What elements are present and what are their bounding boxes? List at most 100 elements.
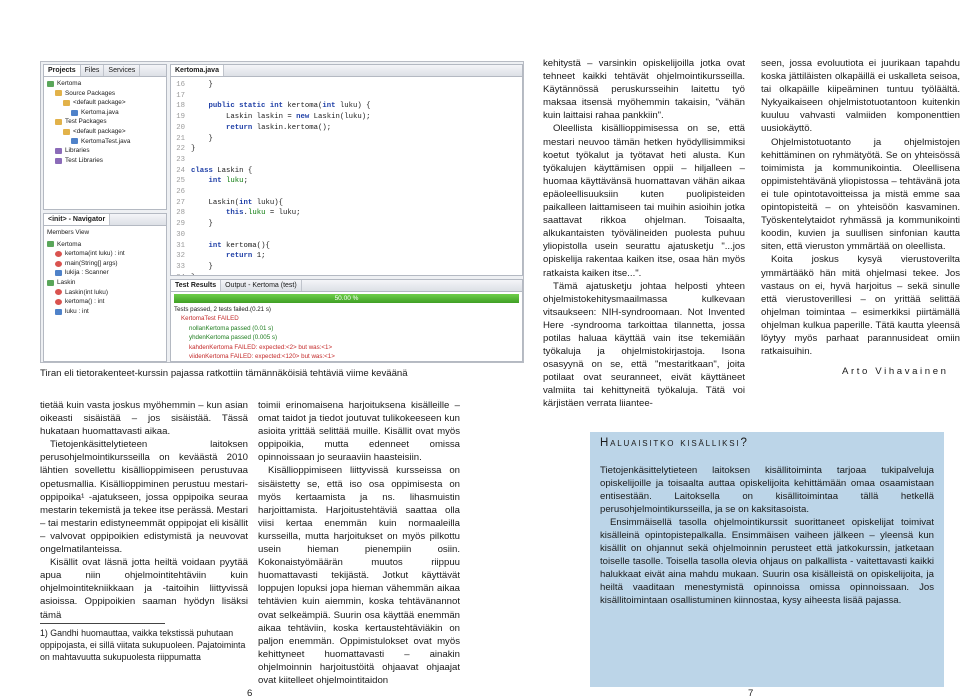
code-text: Laskin laskin = new Laskin(luku); [191,113,371,122]
code-text: int luku; [208,177,248,186]
line-number: 26 [176,188,185,197]
navigator-title: <init> - Navigator [44,214,111,225]
test-result-row[interactable]: nollanKertoma passed (0.01 s) [171,324,522,333]
code-text: Laskin(int luku){ [191,198,283,207]
field-icon [55,308,62,315]
code-text: public static int kertoma(int luku) { [208,102,371,111]
code-line: 25 int luku; [171,176,522,187]
tree-item[interactable]: Kertoma [47,79,163,89]
footnote: 1) Gandhi huomauttaa, vaikka tekstissä p… [40,628,246,662]
tree-item-label: kertoma(int luku) : int [65,250,125,258]
test-result-row[interactable]: viidenKertoma FAILED: expected:<120> but… [171,352,522,361]
editor-pane: Kertoma.java 16 } 17 18 public static int … [170,64,523,276]
java-file-icon [71,109,78,116]
code-line: 32 return 1; [171,251,522,262]
tree-item[interactable]: Test Packages [47,117,163,127]
code-line: 17 [171,91,522,102]
tree-item[interactable]: Laskin(int luku) [47,288,163,298]
paragraph: Kisällioppimiseen liittyvissä kursseissa… [258,465,460,686]
code-text: this.luku = luku; [226,209,301,218]
tree-item-label: main(String[] args) [65,259,118,267]
code-text: } [191,220,213,229]
tree-item-label: lukija : Scanner [65,269,109,277]
tab-services[interactable]: Services [104,65,141,76]
tab-output-kertoma-test-[interactable]: Output - Kertoma (test) [221,280,302,291]
left-column: tietää kuin vasta joskus myöhemmin – kun… [40,399,248,622]
code-text: return laskin.kertoma(); [226,123,332,132]
tree-item[interactable]: KertomaTest.java [47,137,163,147]
navigator-filter[interactable]: Members View [47,228,89,238]
navigator-filter-row: Members View [44,226,166,238]
project-tree: Kertoma Source Packages <default package> K… [44,77,166,167]
editor-tab[interactable]: Kertoma.java [171,65,224,76]
tree-item[interactable]: kertoma(int luku) : int [47,249,163,259]
code-line: 31 int kertoma(){ [171,241,522,252]
code-text: } [191,262,213,271]
tree-item-label: Source Packages [65,89,116,97]
tree-item[interactable]: Libraries [47,146,163,156]
box-body: Tietojenkäsittelytieteen laitoksen kisäl… [600,464,934,607]
line-number: 22 [176,145,185,154]
tree-item[interactable]: Test Libraries [47,156,163,166]
tree-item[interactable]: Source Packages [47,89,163,99]
tree-item[interactable]: Kertoma [47,240,163,250]
line-number: 33 [176,262,185,271]
code-line: 23 [171,155,522,166]
code-text: } [191,145,196,154]
code-text: int kertoma(){ [208,241,270,250]
code-line: 24 class Laskin { [171,166,522,177]
code-line: 20 return laskin.kertoma(); [171,123,522,134]
code-text: } [191,134,213,143]
tab-files[interactable]: Files [81,65,105,76]
code-line: 22} [171,144,522,155]
code-line: 21 } [171,134,522,145]
tree-item[interactable]: main(String[] args) [47,259,163,269]
paragraph: seen, jossa evoluutiota ei juurikaan tap… [761,58,960,135]
class-icon [47,241,54,248]
test-result-row[interactable]: KertomaTest FAILED [171,314,522,323]
tree-item-label: Test Packages [65,118,107,126]
tree-item[interactable]: kertoma() : int [47,297,163,307]
line-number: 29 [176,220,185,229]
tree-item-label: <default package> [73,127,126,135]
line-number: 20 [176,123,185,132]
results-pane: Test Results Output - Kertoma (test) 50.0… [170,279,523,362]
test-result-row[interactable]: yhdenKertoma passed (0.005 s) [171,333,522,342]
method-icon [55,260,62,267]
tree-item[interactable]: lukija : Scanner [47,268,163,278]
test-result-row[interactable]: kahdenKertoma FAILED: expected:<2> but w… [171,343,522,352]
package-icon [63,128,70,135]
tree-item[interactable]: luku : int [47,307,163,317]
code-text: } [191,274,195,275]
tree-item[interactable]: <default package> [47,127,163,137]
tree-item-label: Test Libraries [65,156,104,164]
tab-projects[interactable]: Projects [44,65,81,76]
line-number: 16 [176,81,185,89]
figure-caption: Tiran eli tietorakenteet-kurssin pajassa… [40,368,408,379]
navigator-pane: <init> - Navigator Members View Kertoma k… [43,213,167,362]
paragraph: Oleellista kisällioppimisessa on se, ett… [543,123,745,279]
code-text: return 1; [226,252,266,261]
tree-item[interactable]: Laskin [47,278,163,288]
project-icon [47,80,54,87]
tree-item-label: luku : int [65,307,89,315]
projects-tabs: Projects Files Services [44,65,166,77]
line-number: 19 [176,113,185,122]
code-editor[interactable]: 16 } 17 18 public static int kertoma(int l… [171,77,522,275]
test-result-row[interactable]: Tests passed, 2 tests failed.(0.21 s) [171,305,522,314]
paragraph: Koita joskus kysyä vierustoverilta ymmär… [761,254,960,358]
progress-label: 50.00 % [334,295,359,302]
method-icon [55,298,62,305]
box-title: Haluaisitko kisälliksi? [590,432,944,454]
tab-test-results[interactable]: Test Results [171,280,222,291]
code-line: 34} [171,273,522,275]
tree-item-label: <default package> [73,99,126,107]
tree-item-label: Libraries [65,147,90,155]
code-line: 28 this.luku = luku; [171,208,522,219]
library-icon [55,157,62,164]
line-number: 30 [176,230,185,239]
paragraph: kehitystä – varsinkin opiskelijoilla jot… [543,58,745,122]
tree-item[interactable]: Kertoma.java [47,108,163,118]
right-column-a: kehitystä – varsinkin opiskelijoilla jot… [543,57,745,411]
tree-item[interactable]: <default package> [47,98,163,108]
